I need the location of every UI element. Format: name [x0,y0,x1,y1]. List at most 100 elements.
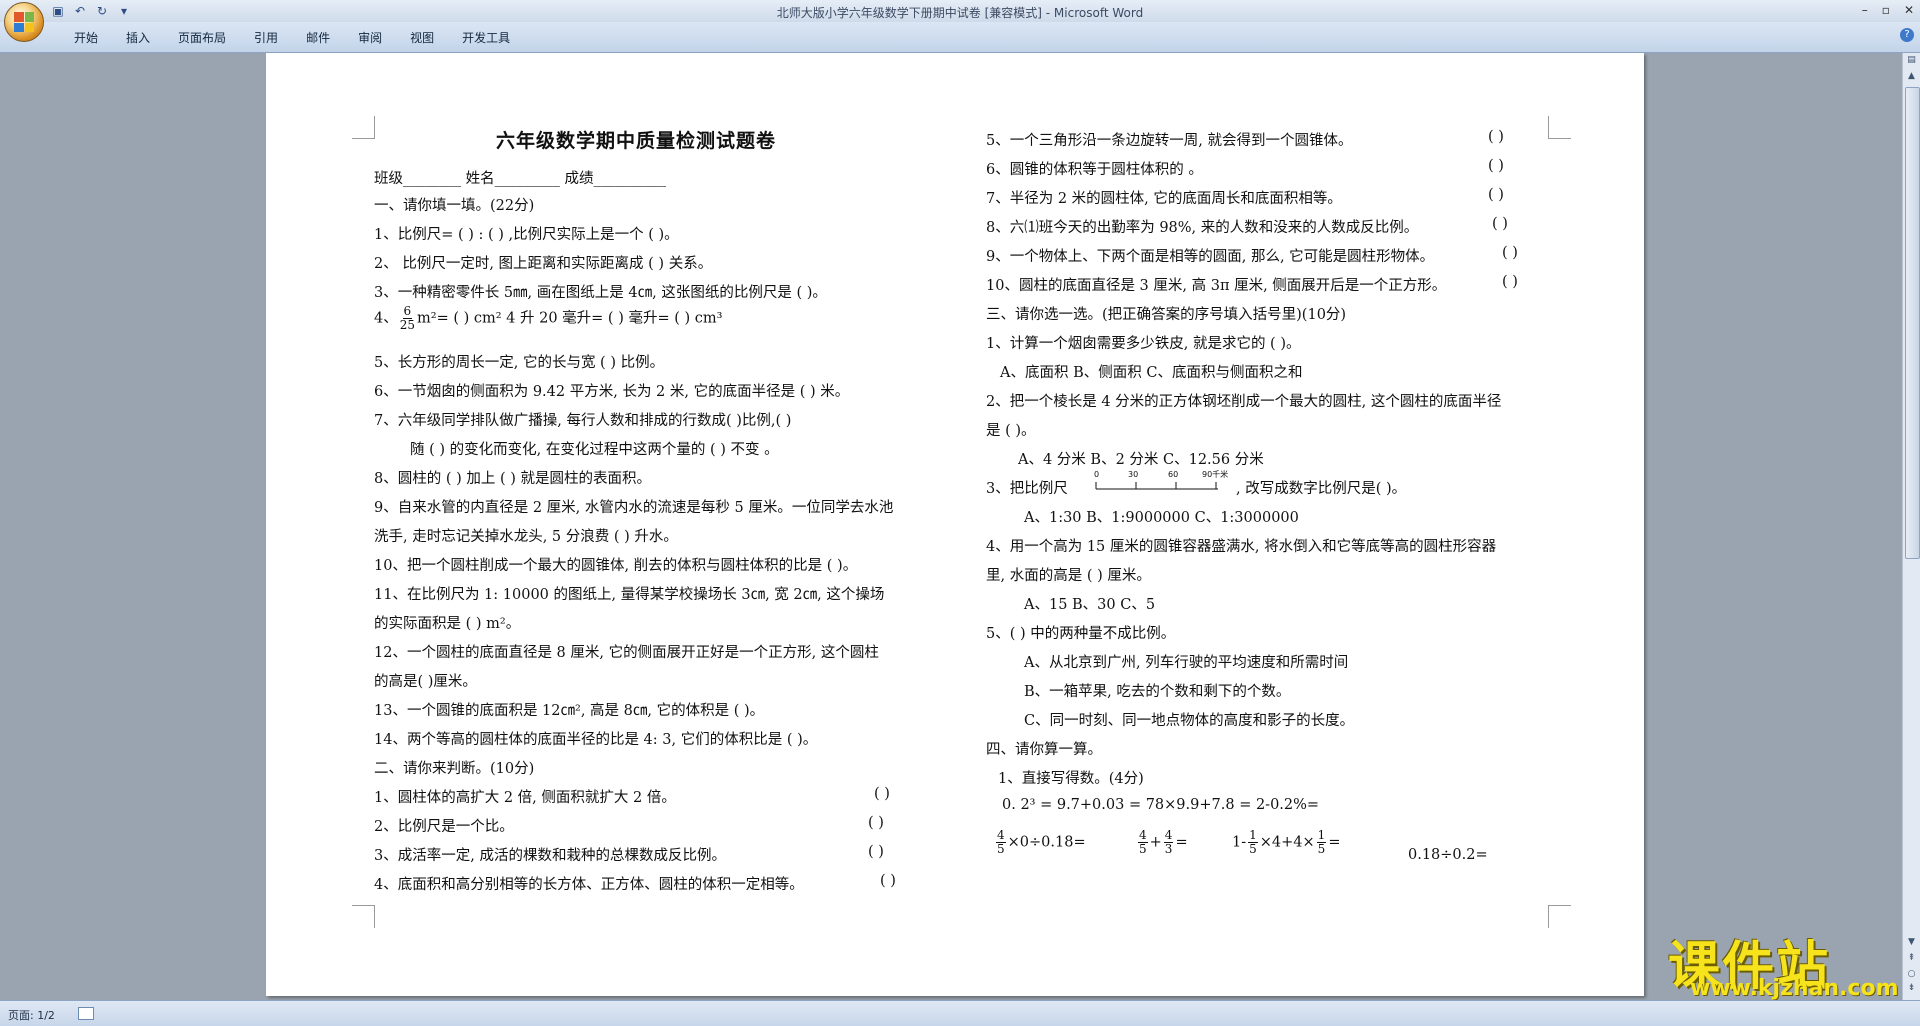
tab-mailings[interactable]: 邮件 [292,29,344,46]
next-page-icon[interactable]: ⇟ [1905,983,1918,997]
question-line: 洗手, 走时忘记关掉水龙头, 5 分浪费 ( ) 升水。 [374,529,678,545]
fraction: 15 [1248,829,1258,856]
judge-question: 7、半径为 2 米的圆柱体, 它的底面周长和底面积相等。 [986,191,1342,207]
question-line: 8、圆柱的 ( ) 加上 ( ) 就是圆柱的表面积。 [374,471,652,487]
calc-item: 1- 1 5 ×4+4× 1 5 = [1232,829,1340,856]
window-title: 北师大版小学六年级数学下册期中试卷 [兼容模式] - Microsoft Wor… [776,6,1144,20]
calc-item: 4 5 ×0÷0.18= [994,829,1086,856]
question-line: 4、用一个高为 15 厘米的圆锥容器盛满水, 将水倒入和它等底等高的圆柱形容器 [986,539,1497,555]
scroll-up-icon[interactable]: ▲ [1905,71,1918,85]
margin-corner-marker [352,905,375,928]
answer-bracket: ( ) [868,844,884,860]
judge-question: 9、一个物体上、下两个面是相等的圆面, 那么, 它可能是圆柱形物体。 [986,249,1435,265]
section-heading: 二、请你来判断。(10分) [374,761,535,777]
save-icon[interactable]: ▣ [50,3,66,19]
option-line: C、同一时刻、同一地点物体的高度和影子的长度。 [1024,713,1355,729]
judge-question: 4、底面积和高分别相等的长方体、正方体、圆柱的体积一定相等。 [374,877,804,893]
previous-page-icon[interactable]: ⇞ [1905,953,1918,967]
answer-bracket: ( ) [1502,274,1518,290]
question-line: 2、把一个棱长是 4 分米的正方体钢坯削成一个最大的圆柱, 这个圆柱的底面半径 [986,394,1502,410]
watermark-url: www.kjzhan.com [1690,976,1899,1001]
question-line: 1、比例尺= ( ) : ( ) ,比例尺实际上是一个 ( )。 [374,227,679,243]
question-line: 5、长方形的周长一定, 它的长与宽 ( ) 比例。 [374,355,665,371]
answer-bracket: ( ) [1488,158,1504,174]
calc-text: ×4+4× [1259,834,1315,851]
vertical-scrollbar[interactable]: ▤ ▲ ▼ ⇞ ○ ⇟ [1902,53,1920,1000]
margin-corner-marker [1548,905,1571,928]
tab-references[interactable]: 引用 [240,29,292,46]
question-line: 12、一个圆柱的底面直径是 8 厘米, 它的侧面展开正好是一个正方形, 这个圆柱 [374,645,879,661]
proofing-status-icon[interactable] [78,1007,94,1020]
answer-bracket: ( ) [1492,216,1508,232]
tab-insert[interactable]: 插入 [112,29,164,46]
question-line: 11、在比例尺为 1: 10000 的图纸上, 量得某学校操场长 3㎝, 宽 2… [374,587,885,603]
fraction-numerator: 4 [1163,828,1174,843]
judge-question: 8、六⑴班今天的出勤率为 98%, 来的人数和没来的人数成反比例。 [986,220,1419,236]
section-heading: 一、请你填一填。(22分) [374,198,535,214]
judge-question: 3、成活率一定, 成活的棵数和栽种的总棵数成反比例。 [374,848,726,864]
fraction-denominator: 5 [1249,842,1257,856]
option-line: A、15 B、30 C、5 [1024,597,1156,613]
fraction-numerator: 4 [996,828,1006,843]
ruler-toggle-icon[interactable]: ▤ [1905,55,1918,69]
quick-access-toolbar: ▣ ↶ ↻ ▾ [50,3,132,19]
question-line: 1、直接写得数。(4分) [998,771,1144,787]
line-scale-figure: 0 30 60 90千米 [1094,469,1228,490]
calc-item: 4 5 +4 3 = [1136,829,1188,856]
maximize-button[interactable]: ▫ [1882,3,1890,17]
tab-home[interactable]: 开始 [60,29,112,46]
judge-question: 6、圆锥的体积等于圆柱体积的 。 [986,162,1203,178]
question-line: 的实际面积是 ( ) m²。 [374,616,521,632]
tab-page-layout[interactable]: 页面布局 [164,29,240,46]
question-line: 5、( ) 中的两种量不成比例。 [986,626,1176,642]
office-button[interactable] [4,2,44,42]
judge-question: 5、一个三角形沿一条边旋转一周, 就会得到一个圆锥体。 [986,133,1353,149]
question-line-suffix: , 改写成数字比例尺是( )。 [1236,481,1407,497]
customize-qat-icon[interactable]: ▾ [116,3,132,19]
tab-view[interactable]: 视图 [396,29,448,46]
scroll-down-icon[interactable]: ▼ [1905,937,1918,951]
page-indicator[interactable]: 页面: 1/2 [8,1007,55,1023]
section-heading: 三、请你选一选。(把正确答案的序号填入括号里)(10分) [986,307,1347,323]
scale-label: 60 [1168,470,1178,479]
option-line: A、底面积 B、侧面积 C、底面积与侧面积之和 [1000,365,1303,381]
fraction-numerator: 1 [1248,828,1258,843]
calc-text: = [1175,834,1188,851]
calc-text: + [1149,834,1162,851]
minimize-button[interactable]: – [1862,3,1868,17]
question-line: 里, 水面的高是 ( ) 厘米。 [986,568,1151,584]
close-button[interactable]: ✕ [1904,3,1914,17]
office-logo-icon [14,12,34,32]
scroll-thumb[interactable] [1905,87,1920,559]
tab-developer[interactable]: 开发工具 [448,29,524,46]
document-page[interactable]: 六年级数学期中质量检测试题卷 班级________ 姓名_________ 成绩… [266,53,1644,996]
question-line: 7、六年级同学排队做广播操, 每行人数和排成的行数成( )比例,( ) [374,413,792,429]
status-bar: 页面: 1/2 [0,1000,1920,1026]
scale-label: 0 [1094,470,1099,479]
redo-icon[interactable]: ↻ [94,3,110,19]
option-line: B、一箱苹果, 吃去的个数和剩下的个数。 [1024,684,1291,700]
scale-label: 90千米 [1202,469,1228,479]
calc-text: ×0÷0.18= [1007,834,1086,851]
option-line: A、4 分米 B、2 分米 C、12.56 分米 [1018,452,1264,468]
fraction-numerator: 6 [402,304,413,319]
select-browse-object-icon[interactable]: ○ [1905,969,1918,983]
question-line: 3、一种精密零件长 5㎜, 画在图纸上是 4㎝, 这张图纸的比例尺是 ( )。 [374,285,827,301]
fraction: 45 [1138,829,1148,856]
answer-bracket: ( ) [1488,187,1504,203]
question-text: m²= ( ) cm² 4 升 20 毫升= ( ) 毫升= ( ) cm³ [417,310,723,327]
option-line: A、从北京到广州, 列车行驶的平均速度和所需时间 [1024,655,1349,671]
ribbon-tabs: 开始 插入 页面布局 引用 邮件 审阅 视图 开发工具 [60,29,524,46]
judge-question: 1、圆柱体的高扩大 2 倍, 侧面积就扩大 2 倍。 [374,790,676,806]
tab-review[interactable]: 审阅 [344,29,396,46]
question-line: 9、自来水管的内直径是 2 厘米, 水管内水的流速是每秒 5 厘米。一位同学去水… [374,500,894,516]
question-number: 4、 [374,310,398,327]
scale-label: 30 [1128,470,1138,479]
undo-icon[interactable]: ↶ [72,3,88,19]
help-icon[interactable]: ? [1900,28,1914,42]
calc-line: 0. 2³ = 9.7+0.03 = 78×9.9+7.8 = 2-0.2%= [1002,797,1320,813]
question-line-fraction: 4、 6 25 m²= ( ) cm² 4 升 20 毫升= ( ) 毫升= ( ) … [374,305,722,332]
window-controls: – ▫ ✕ [1862,3,1914,17]
judge-question: 10、圆柱的底面直径是 3 厘米, 高 3π 厘米, 侧面展开后是一个正方形。 [986,278,1447,294]
calc-item: 0.18÷0.2= [1408,847,1488,863]
